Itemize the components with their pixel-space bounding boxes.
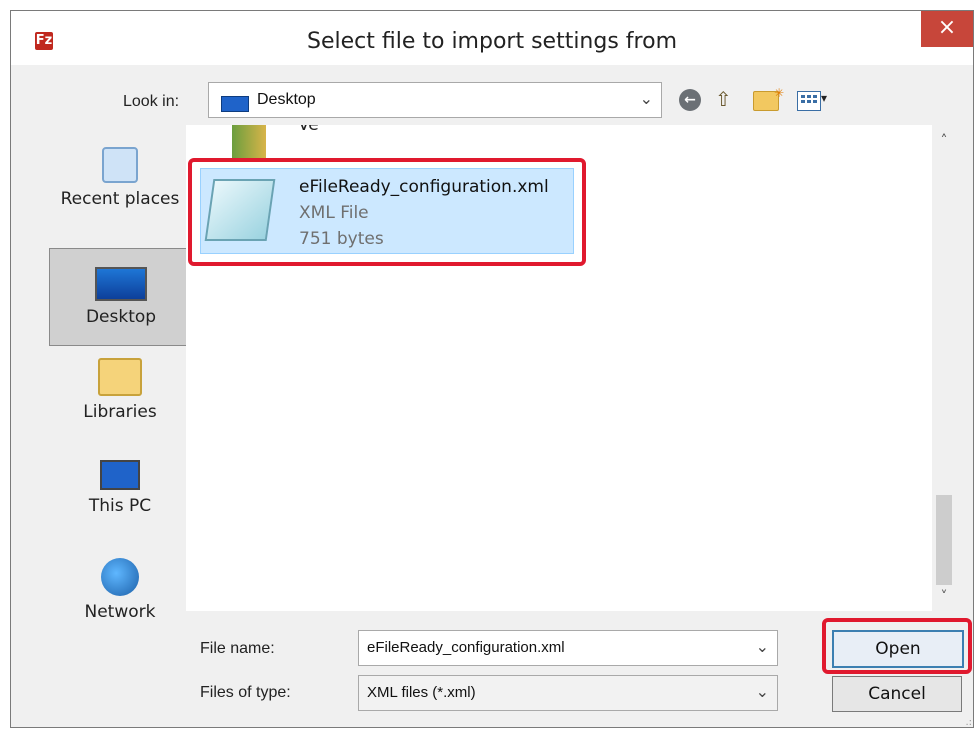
scroll-up-icon[interactable]: ˄ [932,133,956,149]
scroll-thumb[interactable] [936,495,952,585]
desktop-icon [95,267,147,301]
resize-grip-icon[interactable]: .: [965,717,972,728]
file-name-label: File name: [200,640,275,657]
dialog-title: Select file to import settings from [307,29,677,54]
desktop-icon [221,96,249,112]
highlight-box-file [188,158,586,266]
up-folder-icon[interactable]: ⇧ [715,87,739,111]
look-in-value: Desktop [257,91,316,108]
title-bar[interactable]: Fz Select file to import settings from × [11,11,973,65]
chevron-down-icon[interactable]: ⌄ [640,89,653,108]
vertical-scrollbar[interactable]: ˄ ˅ [932,125,956,611]
chevron-down-icon[interactable]: ⌄ [756,682,769,701]
file-type-label: Files of type: [200,684,291,701]
libraries-icon [98,358,142,396]
view-dropdown-arrow-icon[interactable]: ▾ [821,91,827,105]
place-label: Network [84,602,156,622]
recent-places-icon [102,147,138,183]
look-in-dropdown[interactable]: Desktop ⌄ [208,82,662,118]
places-bar: Recent places Desktop Libraries This PC … [39,136,197,646]
grid-icon [801,95,817,107]
scroll-down-icon[interactable]: ˅ [932,589,956,605]
this-pc-icon [100,460,140,490]
network-icon [101,558,139,596]
new-folder-icon[interactable]: ✳ [753,86,784,111]
view-menu-icon[interactable] [797,91,821,111]
screenshot-frame: Fz Select file to import settings from ×… [0,0,978,736]
place-this-pc[interactable]: This PC [49,454,191,544]
file-item-partial[interactable]: Ver [220,125,320,159]
file-name-value: eFileReady_configuration.xml [367,639,565,656]
sparkle-icon: ✳ [773,86,784,100]
look-in-label: Look in: [123,93,180,110]
place-network[interactable]: Network [49,554,191,644]
cancel-button[interactable]: Cancel [832,676,962,712]
place-recent-places[interactable]: Recent places [49,141,191,239]
place-label: Recent places [60,189,180,209]
place-label: Desktop [85,307,157,327]
place-desktop[interactable]: Desktop [49,248,193,346]
file-name-input[interactable]: eFileReady_configuration.xml ⌄ [358,630,778,666]
highlight-box-open [822,618,972,674]
folder-icon [232,125,266,159]
chevron-down-icon[interactable]: ⌄ [756,637,769,656]
place-label: This PC [88,496,152,516]
close-button[interactable]: × [921,11,973,47]
file-type-select[interactable]: XML files (*.xml) ⌄ [358,675,778,711]
place-libraries[interactable]: Libraries [49,354,191,444]
file-item-label: Ver [298,125,320,135]
place-label: Libraries [83,402,157,422]
file-type-value: XML files (*.xml) [367,684,476,701]
back-arrow-icon[interactable]: ← [679,89,701,111]
